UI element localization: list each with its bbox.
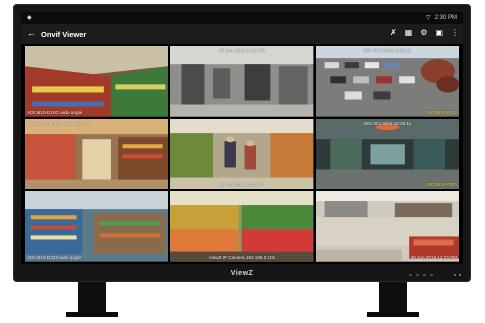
led-indicator — [454, 274, 456, 276]
android-status-bar: ◆ ▽ 2:30 PM — [21, 12, 463, 24]
camera-feed-4 — [25, 118, 169, 190]
stand-foot-right — [367, 312, 419, 317]
camera-feed-1 — [25, 46, 169, 117]
camera-label-3-top: 26N 3CA Wed 16:25:11 — [363, 48, 412, 53]
camera-grid: ADCi810-D10G wide angle 26 Jun 2016 14:2… — [25, 46, 459, 262]
monitor-button[interactable] — [409, 274, 412, 276]
camera-label-3: ADCi8D5-F312 — [425, 109, 457, 115]
camera-feed-8 — [170, 191, 314, 262]
camera-label-5: 26 Jun 2016 14:23 PM — [218, 182, 266, 188]
wifi-icon: ▽ — [426, 15, 431, 21]
camera-tile-4[interactable]: ViewZ IP Camera 192.168.0.1 — [25, 118, 169, 190]
more-vertical-icon[interactable]: ⋮ — [451, 28, 459, 37]
gear-icon[interactable]: ⚙ — [420, 28, 427, 37]
camera-tile-5[interactable]: 26 Jun 2016 14:23 PM — [170, 118, 314, 190]
camera-feed-7 — [25, 191, 169, 262]
camera-tile-3[interactable]: 26N 3CA Wed 16:25:11 ADCi8D5-F312 — [315, 46, 459, 117]
camera-tile-7[interactable]: ADCi610-D323 wide angle — [25, 191, 169, 262]
status-leds — [454, 274, 461, 276]
led-indicator — [459, 274, 461, 276]
stand-leg-left — [78, 282, 106, 316]
camera-label-6-top: 28N 3CA Wed 16:25:11 — [363, 120, 412, 126]
camera-label-2: 26 Jun 2016 14:23 PM — [218, 48, 266, 53]
status-time: 2:30 PM — [434, 14, 457, 21]
monitor-button[interactable] — [416, 274, 419, 276]
camera-tile-8[interactable]: ViewZ IP Camera 192.168.0.101 — [170, 191, 314, 262]
app-toolbar: ← Onvif Viewer ✗ ▦ ⚙ ▣ ⋮ — [21, 24, 463, 44]
grid-layout-icon[interactable]: ▦ — [405, 28, 413, 37]
monitor-button[interactable] — [423, 274, 426, 276]
monitor-button[interactable] — [430, 274, 433, 276]
camera-icon[interactable]: ▣ — [435, 28, 443, 37]
screen: ◆ ▽ 2:30 PM ← Onvif Viewer ✗ ▦ ⚙ ▣ ⋮ ADC… — [21, 12, 463, 264]
camera-label-9: 26 Jun 2016 14:23 PM — [410, 254, 457, 260]
monitor-bezel: ◆ ▽ 2:30 PM ← Onvif Viewer ✗ ▦ ⚙ ▣ ⋮ ADC… — [13, 4, 471, 282]
back-arrow-icon[interactable]: ← — [27, 28, 36, 38]
camera-feed-6 — [315, 118, 459, 190]
brand-logo: ViewZ — [230, 270, 254, 277]
camera-feed-9 — [315, 191, 459, 262]
camera-tile-9[interactable]: 26 Jun 2016 14:23 PM — [315, 191, 459, 262]
camera-feed-2 — [170, 46, 314, 117]
camera-feed-3 — [315, 46, 459, 117]
stand-foot-left — [66, 312, 118, 317]
camera-tile-6[interactable]: 28N 3CA Wed 16:25:11 ADCi8D5-F300 — [315, 118, 459, 190]
camera-label-7: ADCi610-D323 wide angle — [27, 254, 82, 260]
fullscreen-icon[interactable]: ✗ — [390, 28, 397, 37]
notification-icon: ◆ — [27, 15, 32, 21]
camera-label-1: ADCi810-D10G wide angle — [27, 109, 83, 115]
camera-tile-2[interactable]: 26 Jun 2016 14:23 PM — [170, 46, 314, 117]
camera-label-6: ADCi8D5-F300 — [425, 182, 457, 188]
camera-label-8: ViewZ IP Camera 192.168.0.101 — [208, 254, 276, 260]
app-title: Onvif Viewer — [41, 30, 87, 39]
camera-label-4: ViewZ IP Camera 192.168.0.1 — [27, 120, 89, 126]
monitor-buttons[interactable] — [409, 274, 433, 276]
camera-feed-5 — [170, 118, 314, 190]
camera-tile-1[interactable]: ADCi810-D10G wide angle — [25, 46, 169, 117]
stand-leg-right — [379, 282, 407, 316]
